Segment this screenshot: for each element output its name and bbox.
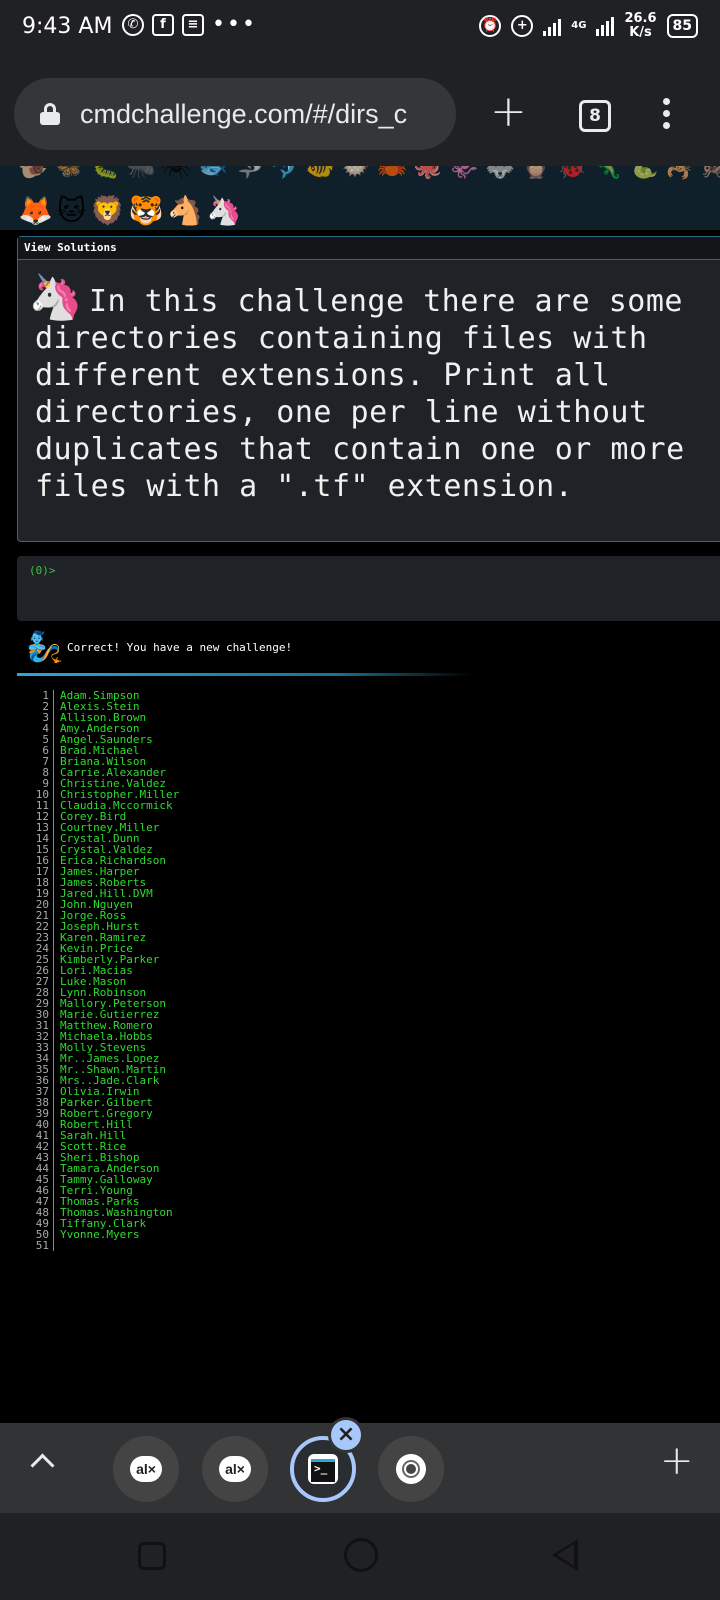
- chevron-up-icon[interactable]: [30, 1449, 54, 1473]
- notification-icons: ✆ f ≡ •••: [122, 14, 257, 36]
- genie-icon: 🧞: [26, 630, 64, 665]
- system-nav-bar: [0, 1513, 720, 1600]
- url-text[interactable]: cmdchallenge.com/#/dirs_c: [80, 99, 407, 130]
- notes-icon: ≡: [182, 14, 204, 36]
- achievement-row-top: 🐌🦋🐛🐜🕷🐟🦈🐬🐠🐡🦀🐙🦑🐺🦉🐞🦎🐍🦂🦗🐝🐞🪱🦠: [18, 166, 720, 180]
- alx-icon: al×: [130, 1456, 162, 1482]
- add-tab-button[interactable]: +: [660, 1441, 694, 1481]
- speed-unit: K/s: [629, 25, 652, 40]
- network-type: 4G: [571, 20, 587, 31]
- data-saver-icon: +: [511, 15, 534, 37]
- view-solutions-label[interactable]: View Solutions: [24, 241, 117, 254]
- challenge-description: In this challenge there are some directo…: [35, 284, 685, 504]
- browser-toolbar: cmdchallenge.com/#/dirs_c + 8: [0, 58, 720, 167]
- whatsapp-icon: ✆: [122, 14, 144, 36]
- tab-chrome[interactable]: [378, 1436, 444, 1502]
- network-speed: 26.6 K/s: [624, 12, 656, 40]
- tab-alx-2[interactable]: al×: [202, 1436, 268, 1502]
- line-text: [54, 1240, 60, 1251]
- command-output: 1 Adam.Simpson 2 Alexis.Stein 3 Allison.Brown…: [0, 690, 720, 1251]
- alarm-icon: ⏰: [479, 15, 502, 37]
- challenge-panel: View Solutions 🦄 In this challenge there…: [17, 236, 720, 542]
- signal-icon-2: [596, 16, 615, 36]
- address-bar[interactable]: cmdchallenge.com/#/dirs_c: [14, 78, 456, 150]
- line-number: 51: [0, 1240, 54, 1251]
- command-input[interactable]: (0)>: [17, 556, 720, 621]
- clock: 9:43 AM: [22, 14, 113, 39]
- new-tab-button[interactable]: +: [490, 90, 527, 134]
- prompt-text: (0)>: [29, 564, 56, 577]
- tab-strip: al× al× >_ × +: [0, 1417, 720, 1513]
- progress-bar: [17, 673, 472, 676]
- achievement-strip: 🐌🦋🐛🐜🕷🐟🦈🐬🐠🐡🦀🐙🦑🐺🦉🐞🦎🐍🦂🦗🐝🐞🪱🦠 🦊🐱🦁🐯🐴🦄: [0, 166, 720, 230]
- output-line: 50 Yvonne.Myers: [0, 1229, 720, 1240]
- close-tab-button[interactable]: ×: [328, 1417, 364, 1453]
- facebook-icon: f: [152, 14, 174, 36]
- lock-icon[interactable]: [40, 103, 60, 125]
- tab-switcher-button[interactable]: 8: [579, 100, 611, 132]
- status-bar: 9:43 AM ✆ f ≡ ••• ⏰ + 4G 26.6 K/s 85: [0, 0, 720, 58]
- more-notifications-icon: •••: [212, 12, 257, 37]
- speed-value: 26.6: [624, 11, 657, 26]
- system-icons: ⏰ + 4G 26.6 K/s 85: [479, 12, 698, 40]
- tab-alx-1[interactable]: al×: [113, 1436, 179, 1502]
- home-button[interactable]: [344, 1538, 378, 1572]
- line-text: Yvonne.Myers: [60, 1228, 140, 1241]
- more-options-icon[interactable]: [663, 98, 671, 134]
- alx-icon: al×: [219, 1456, 251, 1482]
- achievement-row-bottom: 🦊🐱🦁🐯🐴🦄: [18, 194, 246, 227]
- result-message: Correct! You have a new challenge!: [67, 641, 293, 654]
- output-line: 51: [0, 1240, 720, 1251]
- back-button[interactable]: [552, 1539, 578, 1571]
- recent-apps-button[interactable]: [138, 1542, 166, 1570]
- chrome-icon: [396, 1454, 426, 1484]
- signal-icon: [543, 16, 562, 36]
- battery-icon: 85: [666, 14, 698, 38]
- view-solutions-tab[interactable]: View Solutions: [18, 237, 720, 260]
